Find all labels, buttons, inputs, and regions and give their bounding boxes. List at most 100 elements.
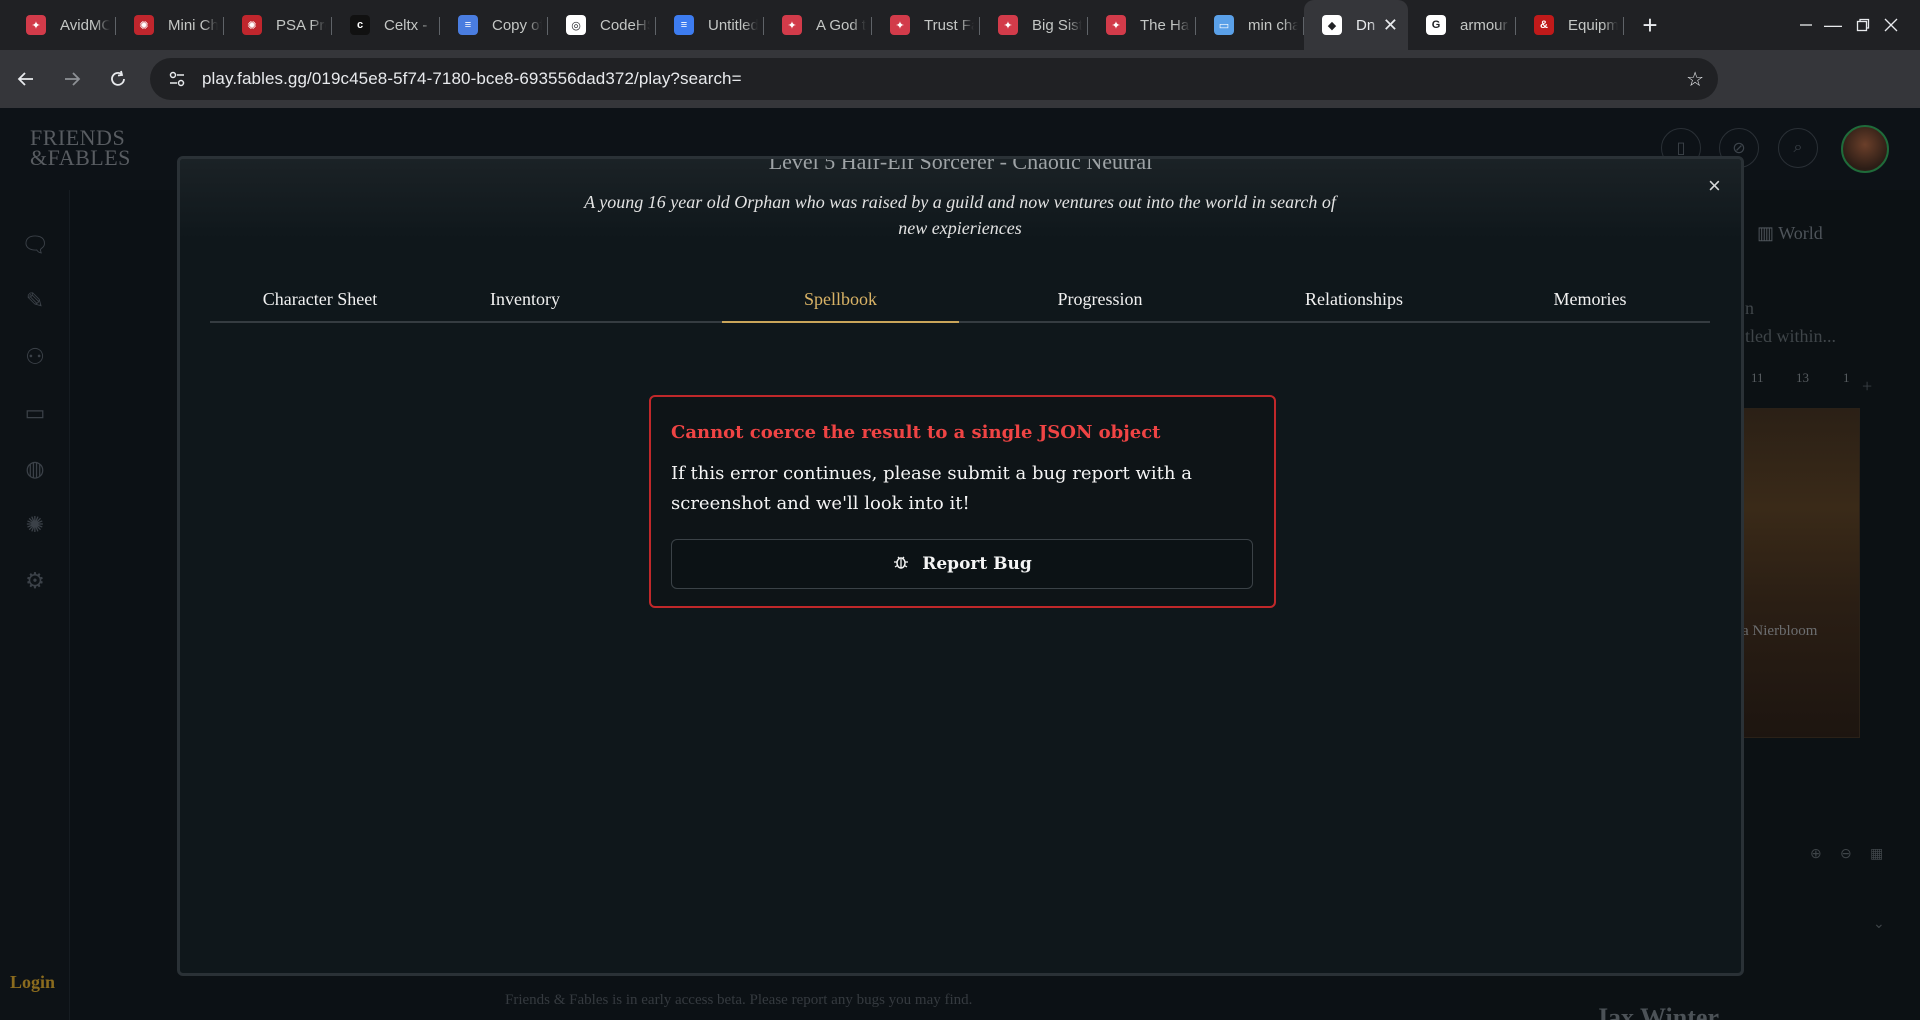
close-icon bbox=[1884, 18, 1898, 32]
modal-close-button[interactable]: × bbox=[1708, 173, 1721, 199]
close-window-button[interactable] bbox=[1862, 0, 1920, 50]
tab-progression[interactable]: Progression bbox=[1030, 279, 1170, 323]
browser-tab[interactable]: ✦ AvidMC bbox=[8, 0, 116, 50]
chat-icon[interactable]: 🗨 bbox=[20, 230, 50, 260]
faded-heading: n bbox=[1745, 298, 1754, 318]
browser-tab[interactable]: ≡ Copy of bbox=[440, 0, 548, 50]
gear-icon[interactable]: ⚙ bbox=[20, 566, 50, 596]
user-avatar[interactable] bbox=[1841, 125, 1889, 173]
tab-title: A God t bbox=[816, 16, 866, 34]
address-bar[interactable]: play.fables.gg/019c45e8-5f74-7180-bce8-6… bbox=[150, 58, 1718, 100]
forward-button[interactable] bbox=[52, 59, 92, 99]
browser-tab-strip: ✦ AvidMC ✺ Mini Ch ✺ PSA Pro c Celtx - ≡ Copy of… bbox=[0, 0, 1920, 50]
battle-map-image[interactable] bbox=[1740, 408, 1860, 738]
tab-favicon-icon: ✦ bbox=[26, 15, 46, 35]
close-icon: × bbox=[1708, 173, 1721, 198]
book-icon[interactable]: ▭ bbox=[20, 398, 50, 428]
add-icon[interactable]: + bbox=[1862, 376, 1872, 397]
tab-title: Equipm bbox=[1568, 16, 1618, 34]
friends-fables-logo[interactable]: FRIENDS &FABLES bbox=[30, 127, 131, 170]
browser-tab[interactable]: ✦ A God t bbox=[764, 0, 872, 50]
party-icon[interactable]: ⚇ bbox=[20, 342, 50, 372]
url-text[interactable]: play.fables.gg/019c45e8-5f74-7180-bce8-6… bbox=[202, 69, 742, 89]
arrow-left-icon bbox=[17, 72, 33, 86]
tab-title: CodeHS bbox=[600, 16, 650, 34]
tab-label: Memories bbox=[1553, 289, 1627, 309]
brain-icon[interactable]: ✺ bbox=[20, 510, 50, 540]
tab-favicon-icon: c bbox=[350, 15, 370, 35]
arrow-right-icon bbox=[65, 72, 81, 86]
browser-tab[interactable]: & Equipm bbox=[1516, 0, 1624, 50]
browser-tab[interactable]: ▭ min cha bbox=[1196, 0, 1304, 50]
map-col-1: 1 bbox=[1843, 370, 1850, 385]
browser-tab[interactable]: ✦ Trust Fa bbox=[872, 0, 980, 50]
login-link[interactable]: Login bbox=[10, 972, 55, 993]
back-button[interactable] bbox=[6, 59, 46, 99]
browser-tab[interactable]: ✺ PSA Pro bbox=[224, 0, 332, 50]
search-icon[interactable]: ⌕ bbox=[1778, 128, 1818, 168]
tab-spellbook[interactable]: Spellbook bbox=[722, 279, 959, 323]
faded-description: tled within... bbox=[1745, 326, 1836, 346]
bookmark-star-icon[interactable]: ☆ bbox=[1686, 67, 1704, 92]
tab-title: Untitled bbox=[708, 16, 758, 34]
tab-character-sheet[interactable]: Character Sheet bbox=[210, 279, 430, 323]
error-title: Cannot coerce the result to a single JSO… bbox=[671, 422, 1161, 443]
tab-close-icon[interactable]: ✕ bbox=[1383, 15, 1398, 36]
tab-favicon-icon: ✦ bbox=[998, 15, 1018, 35]
browser-toolbar: play.fables.gg/019c45e8-5f74-7180-bce8-6… bbox=[0, 50, 1920, 142]
report-bug-label: Report Bug bbox=[922, 554, 1032, 574]
map-token-label: a Nierbloom bbox=[1742, 623, 1818, 639]
browser-tab[interactable]: ✦ The Hal bbox=[1088, 0, 1196, 50]
tab-inventory[interactable]: Inventory bbox=[455, 279, 595, 323]
tab-favicon-icon: ◎ bbox=[566, 15, 586, 35]
tab-title: Mini Ch bbox=[168, 16, 218, 34]
tab-label: Character Sheet bbox=[262, 289, 378, 309]
minimize-button[interactable] bbox=[1777, 0, 1835, 50]
zoom-out-icon[interactable]: ⊖ bbox=[1840, 846, 1852, 863]
tab-memories[interactable]: Memories bbox=[1530, 279, 1650, 323]
tab-favicon-icon: ≡ bbox=[458, 15, 478, 35]
globe-icon[interactable]: ◍ bbox=[20, 454, 50, 484]
tab-relationships[interactable]: Relationships bbox=[1279, 279, 1429, 323]
world-tab[interactable]: ▥ World bbox=[1757, 223, 1823, 244]
character-name-bottom: Jax Winter bbox=[1595, 1003, 1719, 1020]
beta-notice: Friends & Fables is in early access beta… bbox=[505, 992, 973, 1008]
tab-favicon-icon: ▭ bbox=[1214, 15, 1234, 35]
reload-icon bbox=[111, 70, 125, 86]
map-icon: ▥ bbox=[1757, 223, 1775, 243]
new-tab-button[interactable]: + bbox=[1630, 0, 1670, 50]
tab-title: The Hal bbox=[1140, 16, 1190, 34]
tab-label: Inventory bbox=[490, 289, 560, 309]
reload-button[interactable] bbox=[98, 59, 138, 99]
zoom-in-icon[interactable]: ⊕ bbox=[1810, 846, 1822, 863]
browser-tab[interactable]: c Celtx - bbox=[332, 0, 440, 50]
character-edit-icon[interactable]: ✎ bbox=[20, 286, 50, 316]
chevron-down-icon[interactable]: ⌄ bbox=[1873, 916, 1885, 933]
site-info-icon[interactable] bbox=[158, 64, 196, 94]
tab-favicon-icon: ✺ bbox=[242, 15, 262, 35]
tab-favicon-icon: G bbox=[1426, 15, 1446, 35]
browser-tab[interactable]: ◎ CodeHS bbox=[548, 0, 656, 50]
browser-tab[interactable]: ◆ Dn ✕ bbox=[1304, 0, 1408, 50]
browser-tab[interactable]: ≡ Untitled bbox=[656, 0, 764, 50]
tab-favicon-icon: ✺ bbox=[134, 15, 154, 35]
bug-icon bbox=[892, 553, 910, 576]
browser-tab[interactable]: ✺ Mini Ch bbox=[116, 0, 224, 50]
tab-title: Celtx - bbox=[384, 16, 428, 34]
tab-favicon-icon: & bbox=[1534, 15, 1554, 35]
tab-label: Relationships bbox=[1305, 289, 1403, 309]
error-panel: Cannot coerce the result to a single JSO… bbox=[649, 395, 1276, 608]
logo-line-2: &FABLES bbox=[30, 145, 131, 170]
tab-label: Spellbook bbox=[803, 289, 877, 309]
grid-icon[interactable]: ▦ bbox=[1870, 846, 1883, 863]
character-description: A young 16 year old Orphan who was raise… bbox=[584, 192, 1336, 238]
browser-tab[interactable]: ✦ Big Sist bbox=[980, 0, 1088, 50]
tab-title: Big Sist bbox=[1032, 16, 1082, 34]
tab-title: min cha bbox=[1248, 16, 1298, 34]
tab-title: Copy of bbox=[492, 16, 542, 34]
map-col-13: 13 bbox=[1796, 370, 1809, 385]
report-bug-button[interactable]: Report Bug bbox=[671, 539, 1253, 589]
character-tabs: Character Sheet Inventory Spellbook Prog… bbox=[210, 279, 1710, 323]
tab-title: Trust Fa bbox=[924, 16, 974, 34]
browser-tab[interactable]: Garmour bbox=[1408, 0, 1516, 50]
